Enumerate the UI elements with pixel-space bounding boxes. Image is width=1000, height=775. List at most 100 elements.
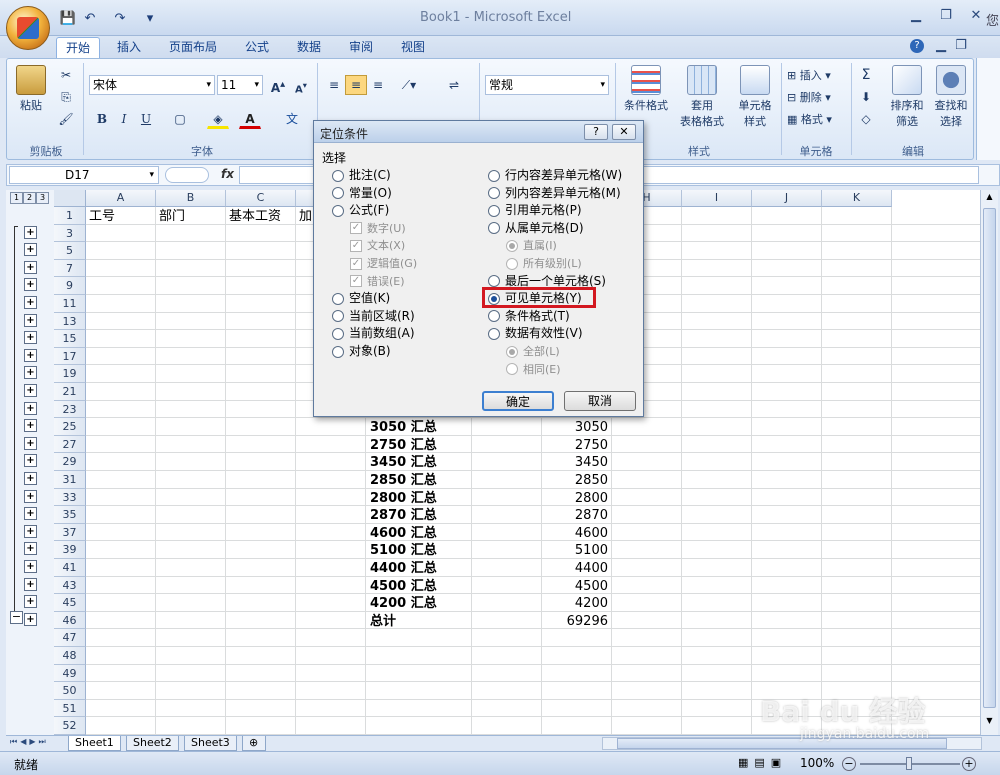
tab-formulas[interactable]: 公式 [236,37,278,58]
outline-expand-button[interactable]: + [24,419,37,433]
autosum-button[interactable]: Σ [855,65,877,85]
checkbox-left-5[interactable]: ✓ 逻辑值(G) [350,255,417,272]
cell-g29[interactable]: 3450 [540,454,608,471]
checkbox-left-6[interactable]: ✓ 错误(E) [350,273,405,290]
name-box[interactable]: D17 ▾ [9,166,159,184]
number-format-select[interactable]: 常规 ▾ [485,75,609,95]
column-header-b[interactable]: B [156,190,226,207]
align-bottom-icon[interactable]: ≡ [367,75,389,95]
column-header-j[interactable]: J [752,190,822,207]
radio-left-2[interactable]: 公式(F) [332,202,389,219]
row-header[interactable]: 48 [54,647,86,665]
outline-expand-button[interactable]: + [24,260,37,274]
row-header[interactable]: 35 [54,506,86,524]
cell-g31[interactable]: 2850 [540,472,608,489]
outline-expand-button[interactable]: + [24,331,37,345]
ribbon-restore-icon[interactable]: ❐ [950,38,972,54]
row-header[interactable]: 3 [54,224,86,243]
radio-left-7[interactable]: 空值(K) [332,290,390,307]
radio-right-3[interactable]: 从属单元格(D) [488,220,584,237]
fill-icon[interactable]: ⬇ [855,87,877,107]
cell-a1[interactable]: 工号 [89,208,115,225]
radio-right-2[interactable]: 引用单元格(P) [488,202,582,219]
radio-left-0[interactable]: 批注(C) [332,167,391,184]
ribbon-minimize-icon[interactable]: ▁ [930,38,952,54]
delete-cells-button[interactable]: ⊟ 删除 ▾ [787,89,831,105]
paste-button[interactable]: 粘贴 [13,65,49,113]
outline-expand-button[interactable]: + [24,401,37,415]
radio-right-0[interactable]: 行内容差异单元格(W) [488,167,622,184]
dialog-help-button[interactable]: ? [584,124,608,140]
outline-expand-button[interactable]: + [24,384,37,397]
phonetic-button[interactable]: 文 [277,109,307,129]
row-header[interactable]: 13 [54,312,86,331]
outline-expand-button[interactable]: + [24,542,37,556]
insert-cells-button[interactable]: ⊞ 插入 ▾ [787,67,831,83]
cut-icon[interactable]: ✂ [55,65,77,85]
row-header[interactable]: 43 [54,576,86,595]
cell-e37[interactable]: 4600 汇总 [370,525,437,542]
zoom-out-icon[interactable]: − [842,757,856,771]
row-header[interactable]: 31 [54,471,86,489]
cell-e33[interactable]: 2800 汇总 [370,490,437,507]
cell-e29[interactable]: 3450 汇总 [370,454,437,471]
shrink-font-button[interactable]: A▾ [290,75,312,95]
outline-expand-button[interactable]: + [24,507,37,521]
row-header[interactable]: 29 [54,453,86,471]
checkbox-left-3[interactable]: ✓ 数字(U) [350,220,406,237]
outline-expand-button[interactable]: + [24,524,37,538]
format-painter-icon[interactable]: 🖌 [55,109,77,129]
row-header[interactable]: 39 [54,541,86,559]
sheet-nav-icons[interactable]: ⏮◀▶⏭ [10,737,49,747]
dialog-close-button[interactable]: ✕ [612,124,636,140]
outline-expand-button[interactable]: + [24,348,37,362]
format-as-table-button[interactable]: 套用 表格格式 [675,65,729,129]
ok-button[interactable]: 确定 [482,391,554,411]
undo-icon[interactable]: ↶ [80,11,100,29]
redo-icon[interactable]: ↷ [110,11,130,29]
vertical-scrollbar[interactable]: ▲ ▼ [980,190,998,735]
cell-e27[interactable]: 2750 汇总 [370,437,437,454]
minimize-icon[interactable]: ▁ [905,8,927,24]
tab-page-layout[interactable]: 页面布局 [160,37,226,58]
row-header[interactable]: 9 [54,277,86,295]
sheet-tab-1[interactable]: Sheet1 [68,736,121,751]
outline-expand-button[interactable]: + [24,313,37,327]
column-header-k[interactable]: K [822,190,892,207]
clear-icon[interactable]: ◇ [855,109,877,129]
row-header[interactable]: 47 [54,629,86,647]
tab-home[interactable]: 开始 [56,37,101,58]
cell-g43[interactable]: 4500 [540,578,608,595]
cell-e35[interactable]: 2870 汇总 [370,507,437,524]
cell-g37[interactable]: 4600 [540,525,608,542]
column-header-a[interactable]: A [86,190,156,207]
cell-c1[interactable]: 基本工资 [229,208,281,225]
cell-e46[interactable]: 总计 [370,613,396,630]
dialog-title-bar[interactable]: 定位条件 ? ✕ [314,121,643,143]
cell-e25[interactable]: 3050 汇总 [370,419,437,436]
cell-e39[interactable]: 5100 汇总 [370,542,437,559]
cancel-button[interactable]: 取消 [564,391,636,411]
row-header[interactable]: 23 [54,400,86,419]
outline-level-1[interactable]: 1 [10,192,23,204]
sheet-tab-2[interactable]: Sheet2 [126,736,179,751]
cell-e31[interactable]: 2850 汇总 [370,472,437,489]
restore-icon[interactable]: ❐ [935,8,957,24]
insert-function-button[interactable]: fx [221,167,234,181]
wrap-text-icon[interactable]: ⇌ [443,75,465,95]
zoom-slider-thumb[interactable] [906,757,912,770]
row-header[interactable]: 45 [54,594,86,612]
radio-left-9[interactable]: 当前数组(A) [332,325,415,342]
row-header[interactable]: 11 [54,295,86,313]
outline-expand-button[interactable]: + [24,225,37,239]
insert-sheet-icon[interactable]: ⊕ [242,736,266,751]
outline-expand-button[interactable]: + [24,436,37,450]
row-header[interactable]: 50 [54,682,86,700]
find-select-button[interactable]: 查找和 选择 [929,65,973,129]
tab-insert[interactable]: 插入 [108,37,150,58]
radio-right-1[interactable]: 列内容差异单元格(M) [488,185,621,202]
outline-expand-button[interactable]: + [24,560,37,573]
cell-g41[interactable]: 4400 [540,560,608,577]
sheet-tab-3[interactable]: Sheet3 [184,736,237,751]
cell-g46[interactable]: 69296 [540,613,608,630]
